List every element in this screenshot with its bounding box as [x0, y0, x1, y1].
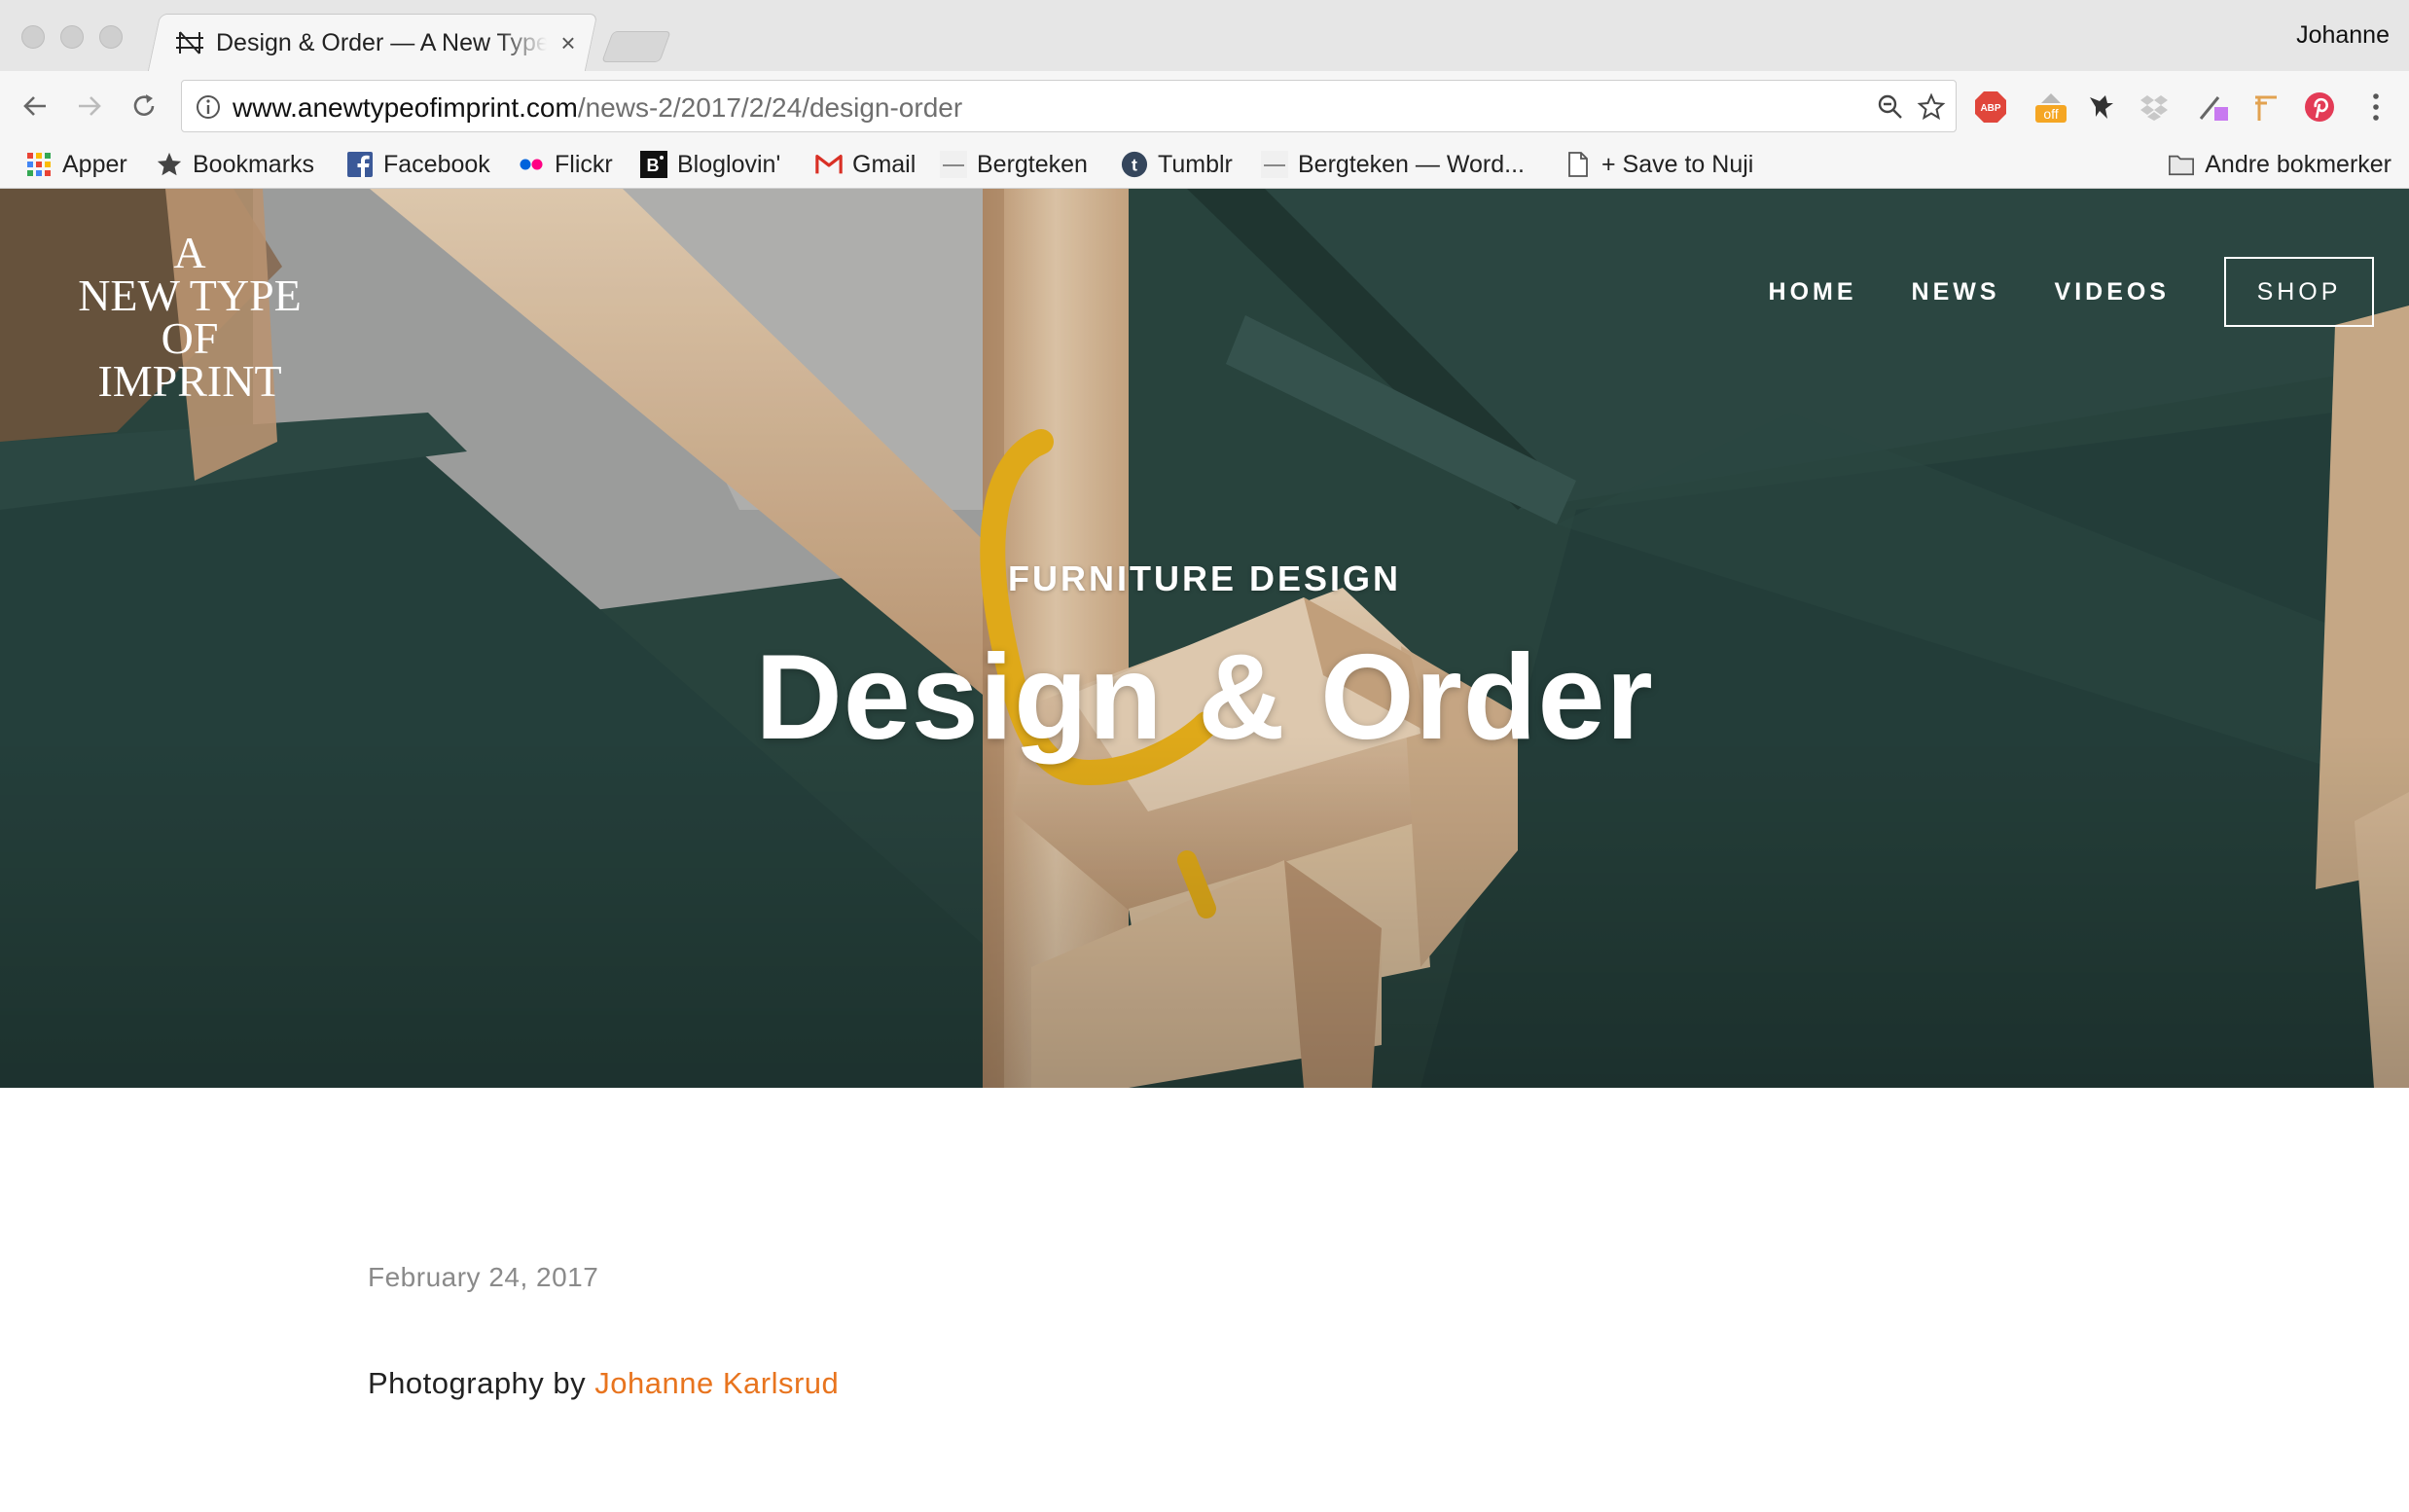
- close-window-button[interactable]: [21, 25, 45, 49]
- maximize-window-button[interactable]: [99, 25, 123, 49]
- credit-prefix: Photography by: [368, 1366, 587, 1400]
- bookmark-bergteken[interactable]: Bergteken: [940, 147, 1088, 182]
- bookmark-bookmarks[interactable]: Bookmarks: [156, 147, 314, 182]
- post-category[interactable]: FURNITURE DESIGN: [0, 558, 2409, 599]
- star-icon: [156, 151, 183, 178]
- url-path: /news-2/2017/2/24/design-order: [577, 92, 963, 123]
- logo-line: OF IMPRINT: [97, 313, 282, 406]
- url-host: www.anewtypeofimprint.com: [233, 92, 578, 123]
- bookmark-flickr[interactable]: Flickr: [518, 147, 613, 182]
- nav-news[interactable]: NEWS: [1912, 278, 2000, 306]
- bookmark-label: Tumblr: [1158, 150, 1233, 178]
- site-logo[interactable]: A NEW TYPE OF IMPRINT: [68, 228, 311, 406]
- bookmark-facebook[interactable]: Facebook: [346, 147, 490, 182]
- apps-grid-icon: [25, 151, 53, 178]
- post-date: February 24, 2017: [368, 1262, 599, 1292]
- bookmark-label: Facebook: [383, 150, 490, 178]
- url-text[interactable]: www.anewtypeofimprint.com/news-2/2017/2/…: [233, 92, 962, 124]
- eyedropper-icon[interactable]: [2195, 90, 2230, 125]
- anti-logo-icon: [173, 26, 206, 59]
- dropbox-icon[interactable]: [2137, 90, 2172, 125]
- page-icon: [1564, 151, 1592, 178]
- svg-text:ABP: ABP: [1980, 103, 2000, 114]
- bookmark-tumblr[interactable]: t Tumblr: [1121, 147, 1233, 182]
- bookmark-label: Bergteken: [977, 150, 1088, 178]
- reload-icon[interactable]: [125, 87, 163, 126]
- post-title: Design & Order: [755, 630, 1654, 765]
- bookmark-star-icon[interactable]: [1915, 90, 1948, 124]
- photographer-link[interactable]: Johanne Karlsrud: [594, 1366, 839, 1400]
- bookmark-save-to-nuji[interactable]: + Save to Nuji: [1564, 147, 1753, 182]
- flickr-icon: [518, 151, 545, 178]
- bookmark-label: Apper: [62, 150, 127, 178]
- logo-line: NEW TYPE: [78, 270, 302, 320]
- bergteken-icon: [940, 151, 967, 178]
- tab-close-icon[interactable]: ×: [555, 28, 582, 58]
- svg-text:t: t: [1132, 156, 1137, 175]
- browser-tab[interactable]: Design & Order — A New Type of Imprint ×: [167, 14, 592, 72]
- facebook-icon: [346, 151, 374, 178]
- bookmark-pin-icon[interactable]: [2247, 90, 2283, 125]
- site-navigation: HOME NEWS VIDEOS SHOP: [1714, 257, 2374, 327]
- back-arrow-icon[interactable]: [16, 87, 54, 126]
- honey-off-icon[interactable]: off: [2033, 90, 2068, 125]
- svg-text:B: B: [647, 156, 660, 175]
- tumblr-icon: t: [1121, 151, 1148, 178]
- bookmark-label: Gmail: [852, 150, 917, 178]
- bookmark-label: Bergteken — Word...: [1298, 150, 1525, 178]
- profile-name[interactable]: Johanne: [2296, 21, 2390, 50]
- info-icon[interactable]: [194, 92, 223, 122]
- pinterest-icon[interactable]: [2302, 90, 2337, 125]
- adblock-plus-icon[interactable]: ABP: [1973, 90, 2008, 125]
- svg-text:off: off: [2043, 106, 2058, 122]
- browser-chrome: Design & Order — A New Type of Imprint ×…: [0, 0, 2409, 189]
- bookmark-label: Bookmarks: [193, 150, 315, 178]
- bookmark-apper[interactable]: Apper: [25, 147, 127, 182]
- new-tab-button[interactable]: [601, 31, 671, 62]
- folder-icon: [2168, 151, 2195, 178]
- bookmark-bloglovin[interactable]: B Bloglovin': [640, 147, 780, 182]
- bookmark-label: + Save to Nuji: [1601, 150, 1754, 178]
- minimize-window-button[interactable]: [60, 25, 84, 49]
- forward-arrow-icon[interactable]: [70, 87, 109, 126]
- photo-credit: Photography by Johanne Karlsrud: [368, 1366, 839, 1401]
- tab-title: Design & Order — A New Type of Imprint: [216, 28, 547, 56]
- nav-videos[interactable]: VIDEOS: [2055, 278, 2170, 306]
- other-bookmarks[interactable]: Andre bokmerker: [2168, 147, 2391, 182]
- bookmark-bergteken-word[interactable]: Bergteken — Word...: [1261, 147, 1525, 182]
- gmail-icon: [815, 151, 843, 178]
- address-bar[interactable]: www.anewtypeofimprint.com/news-2/2017/2/…: [181, 80, 1957, 132]
- bookmark-label: Bloglovin': [677, 150, 781, 178]
- shop-button[interactable]: SHOP: [2224, 257, 2374, 327]
- bergteken-icon: [1261, 151, 1288, 178]
- bloglovin-icon: B: [640, 151, 667, 178]
- hero-banner: A NEW TYPE OF IMPRINT HOME NEWS VIDEOS S…: [0, 189, 2409, 1088]
- logo-line: A: [173, 228, 206, 277]
- other-bookmarks-label: Andre bokmerker: [2205, 150, 2391, 178]
- zoom-icon[interactable]: [1874, 90, 1907, 124]
- browser-toolbar: www.anewtypeofimprint.com/news-2/2017/2/…: [0, 71, 2409, 141]
- menu-dots-icon[interactable]: [2358, 90, 2393, 125]
- bookmarks-bar: Apper Bookmarks Facebook Flickr B Bloglo…: [0, 141, 2409, 189]
- pocket-bat-icon[interactable]: [2084, 90, 2119, 125]
- bookmark-gmail[interactable]: Gmail: [815, 147, 916, 182]
- bookmark-label: Flickr: [555, 150, 613, 178]
- tab-strip: Design & Order — A New Type of Imprint ×…: [0, 0, 2409, 72]
- nav-home[interactable]: HOME: [1769, 278, 1857, 306]
